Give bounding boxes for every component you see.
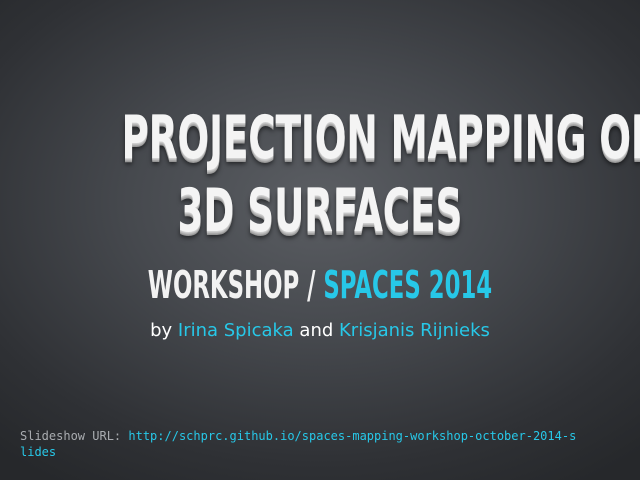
url-label: Slideshow URL: (20, 429, 129, 443)
byline: by Irina Spicaka and Krisjanis Rijnieks (0, 318, 640, 344)
subtitle-event: SPACES 2014 (323, 263, 493, 307)
slideshow-url: Slideshow URL: http://schprc.github.io/s… (20, 428, 580, 460)
title-line-1: PROJECTION MAPPING ON (121, 103, 640, 173)
subtitle: WORKSHOP / SPACES 2014 (128, 261, 512, 309)
slide: PROJECTION MAPPING ON 3D SURFACES WORKSH… (0, 0, 640, 480)
author-link-irina[interactable]: Irina Spicaka (178, 320, 294, 341)
byline-prefix: by (150, 320, 178, 341)
author-link-krisjanis[interactable]: Krisjanis Rijnieks (339, 320, 490, 341)
title-line-2: 3D SURFACES (177, 176, 463, 246)
subtitle-prefix: WORKSHOP / (147, 263, 324, 307)
byline-and: and (293, 320, 339, 341)
